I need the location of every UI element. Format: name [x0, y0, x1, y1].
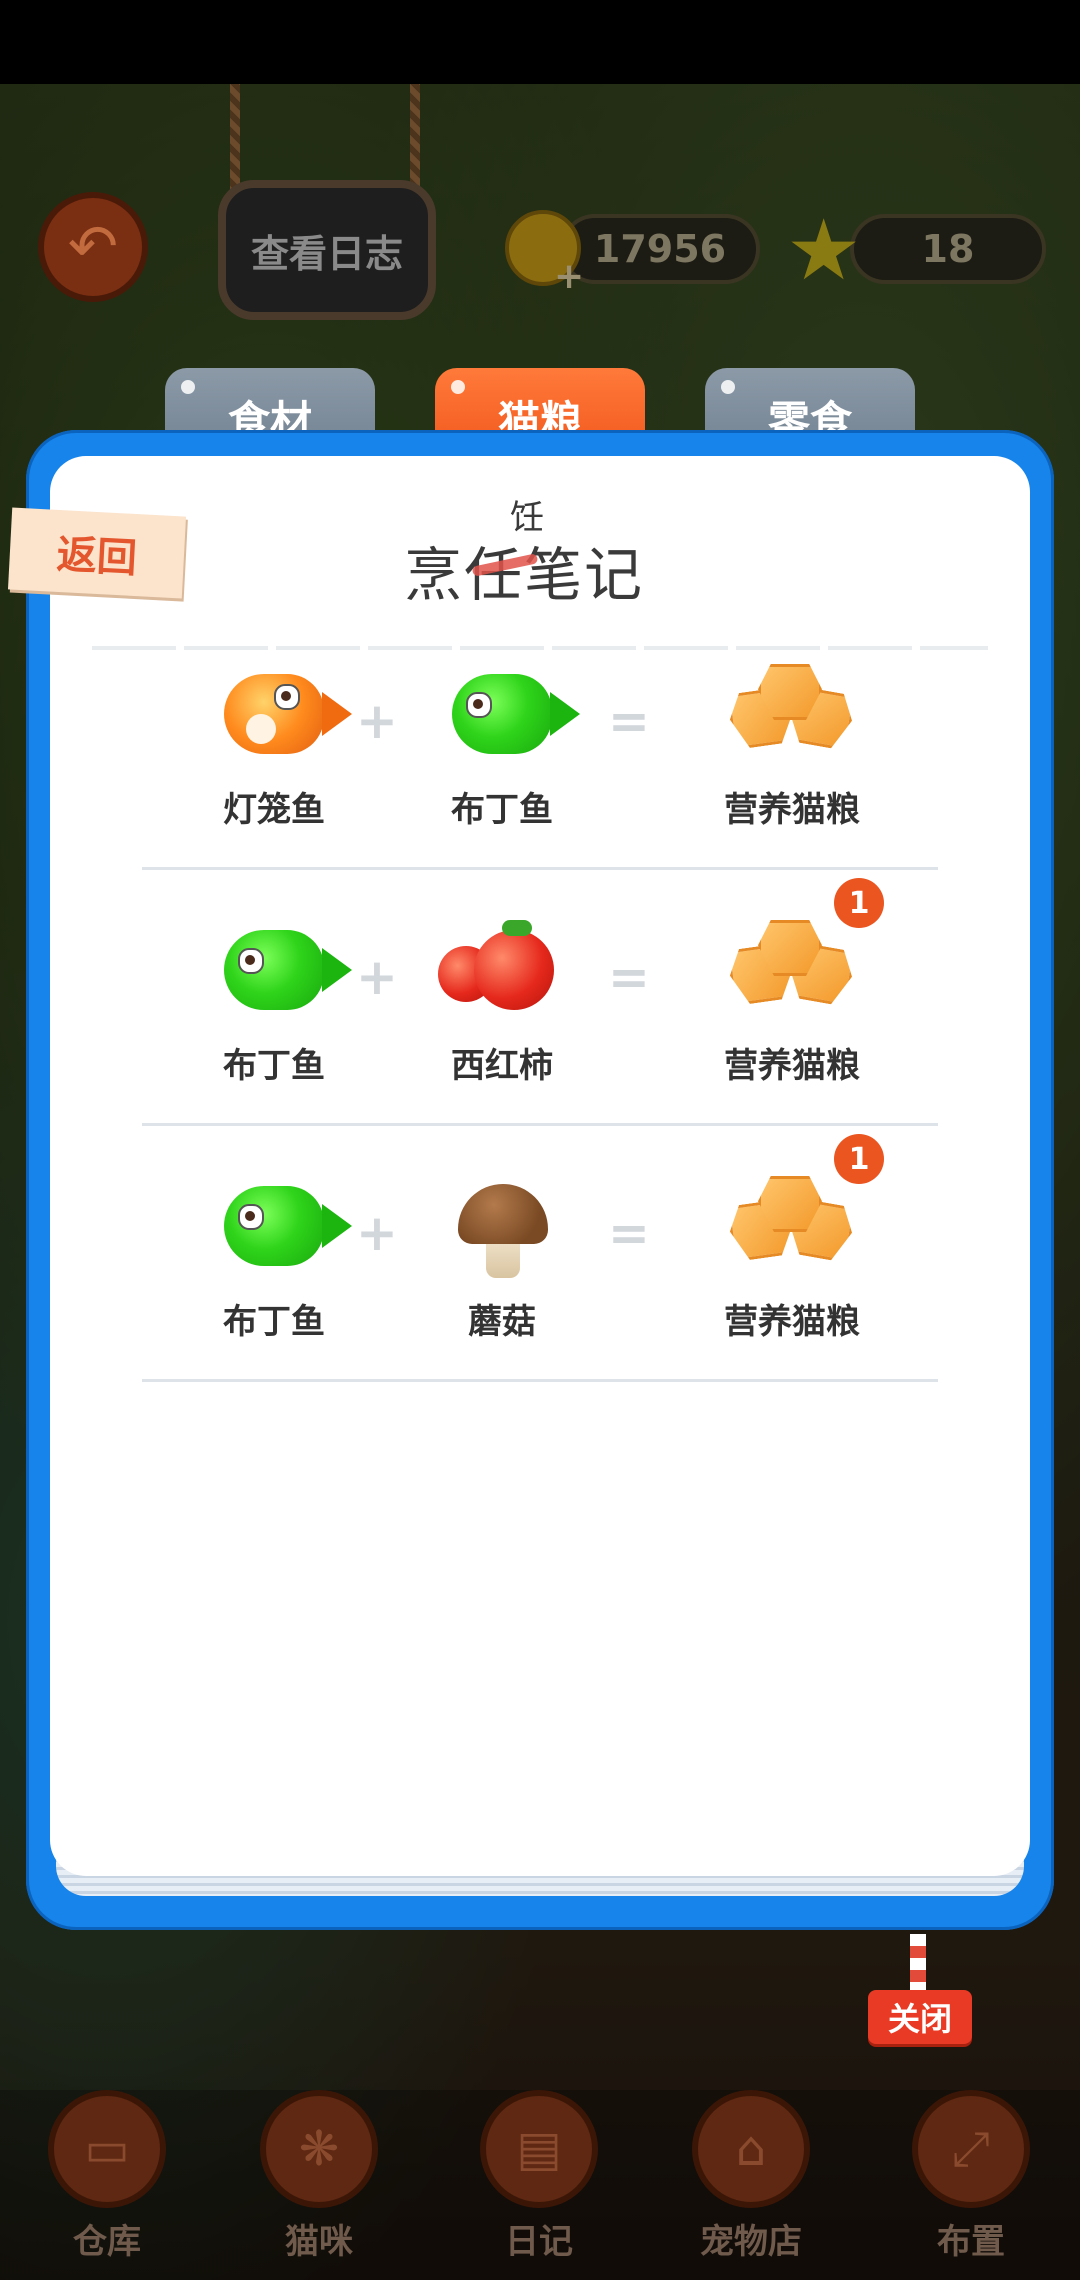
pudding-fish-icon [224, 1186, 352, 1266]
star-counter: 18 [850, 214, 1046, 284]
paw-icon: ❋ [260, 2090, 378, 2208]
pudding-fish-icon [224, 930, 352, 1010]
tomato-icon [422, 916, 582, 1026]
ingredient-b: 布丁鱼 [422, 660, 582, 831]
close-button[interactable]: 关闭 [868, 1990, 972, 2044]
view-log-button[interactable]: 查看日志 [218, 180, 436, 320]
equals-sign: = [608, 1204, 650, 1262]
pudding-fish-icon [452, 674, 580, 754]
plus-sign: + [356, 948, 398, 1006]
cat-food-icon [722, 660, 862, 770]
nav-cats[interactable]: ❋ 猫咪 [254, 2090, 384, 2263]
equals-sign: = [608, 692, 650, 750]
result-item: 营养猫粮 [702, 1172, 882, 1343]
ingredient-b: 蘑菇 [422, 1172, 582, 1343]
undo-arrow-icon: ↶ [67, 212, 119, 282]
divider [92, 646, 988, 650]
new-count-badge: 1 [834, 1134, 884, 1184]
plus-sign: + [356, 692, 398, 750]
recipe-row[interactable]: 布丁鱼 + 蘑菇 = 营养猫粮 1 [92, 1126, 988, 1382]
result-item: 营养猫粮 [702, 660, 882, 831]
ingredient-a: 灯笼鱼 [194, 660, 354, 831]
coin-counter: 17956 [560, 214, 760, 284]
lantern-fish-icon [224, 674, 352, 754]
result-item: 营养猫粮 [702, 916, 882, 1087]
recipe-row[interactable]: 布丁鱼 + 西红柿 = 营养猫粮 1 [92, 870, 988, 1126]
back-button[interactable]: ↶ [38, 192, 148, 302]
expand-icon: ⤢ [912, 2090, 1030, 2208]
nav-warehouse[interactable]: ▭ 仓库 [42, 2090, 172, 2263]
notebook-icon: ▤ [480, 2090, 598, 2208]
add-coins-icon[interactable]: + [554, 256, 584, 297]
new-count-badge: 1 [834, 878, 884, 928]
box-icon: ▭ [48, 2090, 166, 2208]
nav-decorate[interactable]: ⤢ 布置 [906, 2090, 1036, 2263]
nav-diary[interactable]: ▤ 日记 [474, 2090, 604, 2263]
ingredient-b: 西红柿 [422, 916, 582, 1087]
nav-pet-shop[interactable]: ⌂ 宠物店 [686, 2090, 816, 2263]
page-title: 饪 烹任笔记 [404, 490, 694, 610]
ingredient-a: 布丁鱼 [194, 916, 354, 1087]
title-text: 烹任笔记 [404, 541, 645, 609]
mushroom-icon [422, 1172, 582, 1282]
return-button[interactable]: 返回 [7, 507, 187, 599]
status-bar [0, 0, 1080, 84]
star-icon: ★ [786, 201, 862, 299]
cat-food-icon [722, 916, 862, 1026]
bottom-nav: ▭ 仓库 ❋ 猫咪 ▤ 日记 ⌂ 宠物店 ⤢ 布置 [0, 2090, 1080, 2280]
cat-food-icon [722, 1172, 862, 1282]
plus-sign: + [356, 1204, 398, 1262]
shop-icon: ⌂ [692, 2090, 810, 2208]
equals-sign: = [608, 948, 650, 1006]
recipe-row[interactable]: 灯笼鱼 + 布丁鱼 = 营养猫粮 [92, 660, 988, 870]
ingredient-a: 布丁鱼 [194, 1172, 354, 1343]
